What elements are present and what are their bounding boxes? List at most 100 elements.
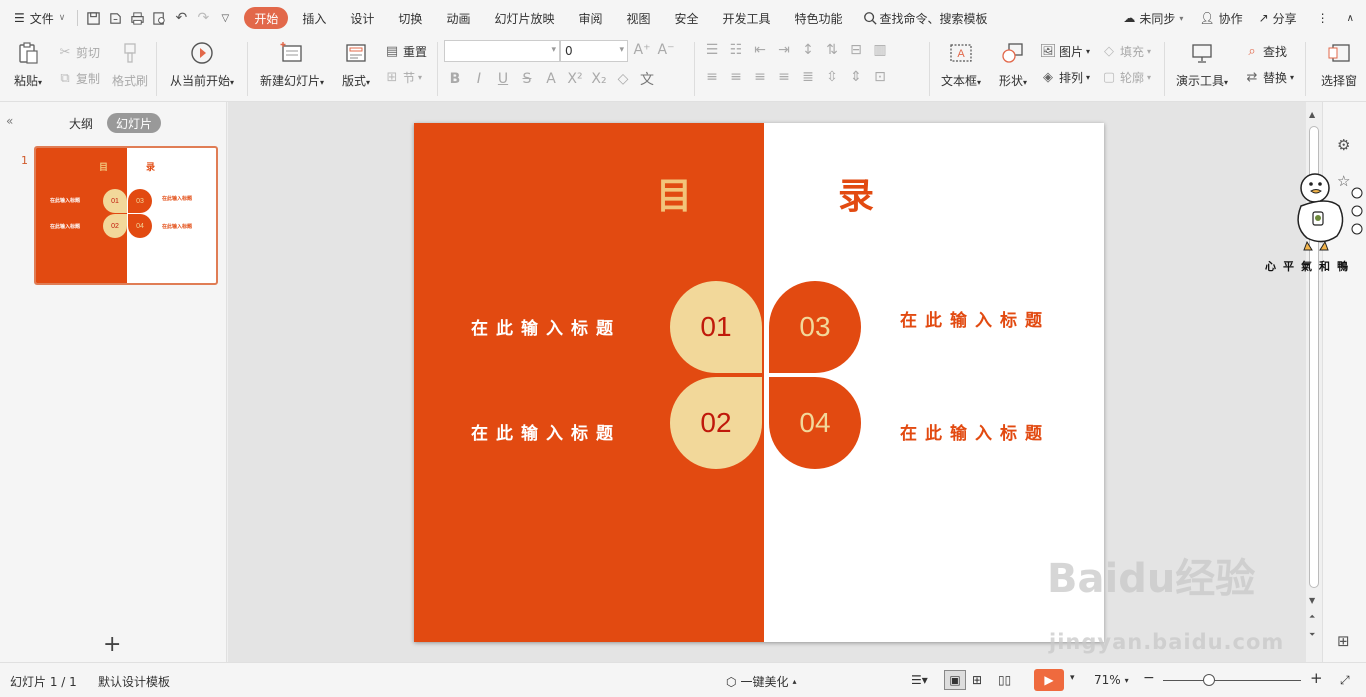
tab-review[interactable]: 审阅: [568, 7, 612, 29]
item-label-01[interactable]: 在此输入标题: [471, 314, 621, 339]
presenter-tools-button[interactable]: 演示工具▾: [1172, 36, 1232, 89]
align-text-icon[interactable]: ⊟: [846, 42, 866, 58]
align-right-icon[interactable]: ≡: [750, 69, 770, 85]
section-button[interactable]: ⊞ 节 ▾: [384, 69, 422, 86]
properties-icon[interactable]: ⚙: [1337, 136, 1350, 154]
columns-icon[interactable]: ▥: [870, 42, 890, 58]
fit-window-icon[interactable]: ⤢: [1340, 673, 1350, 688]
reset-button[interactable]: ▤ 重置: [384, 43, 427, 60]
distribute-icon[interactable]: ≣: [798, 69, 818, 85]
slide-title-left[interactable]: 目: [656, 167, 692, 219]
print-icon[interactable]: [126, 7, 148, 29]
normal-view-icon[interactable]: ▣: [944, 670, 966, 690]
justify-icon[interactable]: ≡: [774, 69, 794, 85]
collaborate-button[interactable]: 👤︎ 协作: [1191, 6, 1250, 30]
scroll-down-icon[interactable]: ▼: [1309, 596, 1315, 605]
numbered-list-icon[interactable]: ☷: [726, 42, 746, 58]
vertical-align-icon[interactable]: ⇳: [822, 69, 842, 85]
more-options-icon[interactable]: ⋮: [1305, 6, 1341, 30]
zoom-in-icon[interactable]: +: [1310, 669, 1323, 687]
replace-button[interactable]: ⇄ 替换 ▾: [1244, 69, 1294, 86]
textbox-button[interactable]: A 文本框▾: [938, 36, 984, 89]
tab-developer[interactable]: 开发工具: [713, 7, 781, 29]
notes-toggle-icon[interactable]: ☰▾: [911, 673, 928, 687]
customize-toolbar-icon[interactable]: ▽: [214, 7, 236, 29]
increase-indent-icon[interactable]: ⇥: [774, 42, 794, 58]
tab-outline[interactable]: 大纲: [60, 113, 102, 133]
redo-icon[interactable]: ↷: [192, 7, 214, 29]
pinyin-icon[interactable]: 文: [637, 69, 657, 89]
slide-thumbnail[interactable]: 目 录 在此输入标题 在此输入标题 在此输入标题 在此输入标题 01 02 03…: [34, 146, 218, 285]
tab-animations[interactable]: 动画: [436, 7, 480, 29]
tab-slideshow[interactable]: 幻灯片放映: [484, 7, 564, 29]
file-menu[interactable]: ☰ 文件 ∨: [0, 6, 73, 30]
find-button[interactable]: ⌕ 查找: [1244, 43, 1287, 60]
zoom-out-icon[interactable]: −: [1143, 670, 1155, 686]
play-from-current-button[interactable]: 从当前开始▾: [165, 36, 239, 89]
petal-04[interactable]: 04: [769, 377, 861, 469]
tab-features[interactable]: 特色功能: [785, 7, 853, 29]
align-center-icon[interactable]: ≡: [726, 69, 746, 85]
layout-button[interactable]: 版式▾: [337, 36, 375, 89]
font-name-select[interactable]: ▾: [444, 40, 560, 62]
play-options-icon[interactable]: ▾: [1070, 673, 1075, 683]
slide-sorter-icon[interactable]: ⊞: [972, 673, 982, 687]
decrease-font-icon[interactable]: A⁻: [656, 42, 676, 58]
collapse-ribbon-icon[interactable]: ∧: [1341, 6, 1366, 30]
item-label-02[interactable]: 在此输入标题: [471, 419, 621, 444]
align-left-icon[interactable]: ≡: [702, 69, 722, 85]
tab-home[interactable]: 开始: [244, 7, 289, 29]
tab-transitions[interactable]: 切换: [388, 7, 432, 29]
picture-button[interactable]: 🖼︎ 图片 ▾: [1040, 43, 1090, 60]
petal-02[interactable]: 02: [670, 377, 762, 469]
increase-font-icon[interactable]: A⁺: [632, 42, 652, 58]
arrange-button[interactable]: ◈ 排列 ▾: [1040, 69, 1090, 86]
tab-insert[interactable]: 插入: [292, 7, 336, 29]
zoom-slider-thumb[interactable]: [1203, 674, 1215, 686]
fill-button[interactable]: ◇ 填充 ▾: [1101, 43, 1151, 60]
bullet-list-icon[interactable]: ☰: [702, 42, 722, 58]
collapse-panel-icon[interactable]: «: [6, 114, 13, 128]
tab-slides[interactable]: 幻灯片: [107, 113, 162, 133]
item-label-04[interactable]: 在此输入标题: [900, 419, 1050, 444]
shapes-button[interactable]: 形状▾: [994, 36, 1032, 89]
paragraph-settings-icon[interactable]: ⊡: [870, 69, 890, 85]
reading-view-icon[interactable]: ▯▯: [998, 673, 1011, 687]
print-preview-icon[interactable]: [148, 7, 170, 29]
outline-button[interactable]: ▢ 轮廓 ▾: [1101, 69, 1151, 86]
undo-icon[interactable]: ↶: [170, 7, 192, 29]
sync-status[interactable]: ☁ 未同步 ▾: [1115, 6, 1191, 30]
line-spacing-icon[interactable]: ↕: [798, 42, 818, 58]
copy-button[interactable]: ⧉ 复制: [57, 70, 100, 87]
format-painter-button[interactable]: 格式刷: [108, 36, 152, 89]
slide-canvas[interactable]: 目 录 在此输入标题 在此输入标题 在此输入标题 在此输入标题 01 02 03…: [414, 123, 1104, 642]
tab-view[interactable]: 视图: [616, 7, 660, 29]
strikethrough-icon[interactable]: S: [517, 71, 537, 87]
petal-01[interactable]: 01: [670, 281, 762, 373]
decrease-indent-icon[interactable]: ⇤: [750, 42, 770, 58]
tab-design[interactable]: 设计: [340, 7, 384, 29]
play-slideshow-button[interactable]: ▶: [1034, 669, 1064, 691]
cut-button[interactable]: ✂ 剪切: [57, 44, 100, 61]
export-icon[interactable]: [104, 7, 126, 29]
paragraph-spacing-icon[interactable]: ⇕: [846, 69, 866, 85]
clear-format-icon[interactable]: ◇: [613, 71, 633, 87]
underline-icon[interactable]: U: [493, 71, 513, 87]
scroll-up-icon[interactable]: ▲: [1309, 110, 1315, 119]
new-slide-button[interactable]: 新建幻灯片▾: [256, 36, 328, 89]
template-name[interactable]: 默认设计模板: [98, 673, 170, 690]
grid-view-icon[interactable]: ⊞: [1337, 632, 1350, 650]
zoom-level[interactable]: 71% ▾: [1094, 673, 1129, 687]
next-slide-icon[interactable]: ⏷: [1309, 630, 1315, 640]
font-color-icon[interactable]: A: [541, 71, 561, 87]
slide-title-right[interactable]: 录: [838, 167, 874, 219]
bold-icon[interactable]: B: [445, 71, 465, 87]
prev-slide-icon[interactable]: ⏶: [1309, 612, 1315, 622]
selection-pane-button[interactable]: 选择窗: [1312, 36, 1366, 89]
font-size-select[interactable]: 0 ▾: [560, 40, 628, 62]
subscript-icon[interactable]: X₂: [589, 71, 609, 87]
zoom-slider[interactable]: [1163, 680, 1301, 681]
save-icon[interactable]: [82, 7, 104, 29]
superscript-icon[interactable]: X²: [565, 71, 585, 87]
text-direction-icon[interactable]: ⇅: [822, 42, 842, 58]
